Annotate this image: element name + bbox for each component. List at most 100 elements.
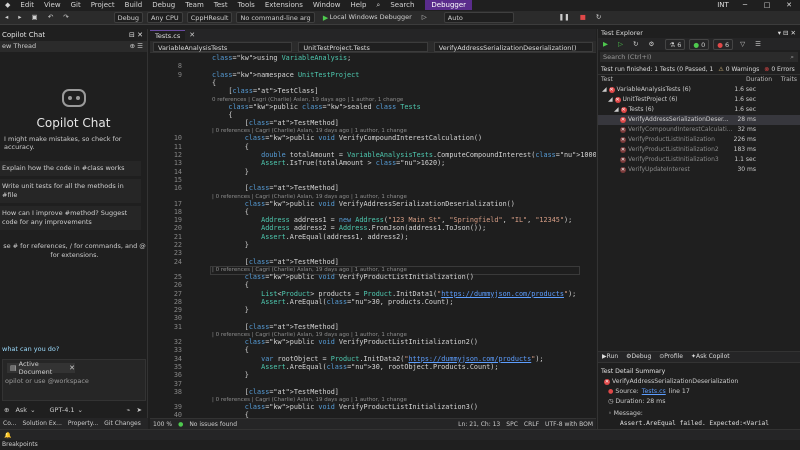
file-encoding[interactable]: UTF-8 with BOM bbox=[542, 419, 596, 430]
run-all-icon[interactable]: ▶ bbox=[600, 39, 611, 50]
code-line[interactable]: 22 } bbox=[150, 241, 590, 249]
bottom-tab-2[interactable]: Solution Ex... bbox=[19, 418, 64, 429]
attach-icon[interactable]: ⊕ bbox=[4, 406, 9, 414]
copilot-suggestion-1[interactable]: Explain how the code in #class works bbox=[0, 161, 141, 176]
test-row[interactable]: ✕ VerifyProductListInitialization2 183 ms bbox=[598, 145, 800, 155]
filter-icon[interactable]: ▽ bbox=[737, 39, 748, 50]
group-icon[interactable]: ☰ bbox=[752, 39, 764, 50]
thread-selector[interactable]: ew Thread ⊕ ☰ bbox=[0, 41, 147, 52]
copilot-suggestion-2[interactable]: Write unit tests for all the methods in … bbox=[0, 179, 141, 203]
code-line[interactable]: 9 class="kw">namespace UnitTestProject bbox=[150, 71, 590, 79]
nav-type-dropdown[interactable]: UnitTestProject.Tests bbox=[298, 41, 428, 52]
code-line[interactable]: { bbox=[150, 79, 590, 87]
code-line[interactable]: 13 Assert.IsTrue(totalAmount > class="nu… bbox=[150, 159, 590, 167]
code-line[interactable]: 12 double totalAmount = VariableAnalysis… bbox=[150, 151, 596, 159]
active-document-chip[interactable]: ▤ Active Document ✕ bbox=[7, 360, 75, 376]
total-tests-badge[interactable]: ⚗ 6 bbox=[665, 38, 686, 50]
expand-chevron-icon[interactable]: ◢ bbox=[614, 106, 621, 113]
code-line[interactable]: 35 Assert.AreEqual(class="nu">30, rootOb… bbox=[150, 363, 590, 371]
test-row[interactable]: ✕ VerifyUpdateInterest 30 ms bbox=[598, 165, 800, 175]
model-dropdown[interactable]: GPT-4.1 bbox=[50, 406, 75, 414]
code-line[interactable]: 17 class="kw">public void VerifyAddressS… bbox=[150, 200, 590, 208]
menu-item-view[interactable]: View bbox=[39, 0, 66, 10]
pin-icon[interactable]: ⊟ ✕ bbox=[129, 29, 147, 41]
back-icon[interactable]: ◂ bbox=[2, 12, 11, 23]
code-line[interactable]: 14 } bbox=[150, 168, 590, 176]
menu-item-window[interactable]: Window bbox=[308, 0, 346, 10]
test-row[interactable]: ✕ VerifyAddressSerializationDeser... 28 ms bbox=[598, 115, 800, 125]
run-without-debug-icon[interactable]: ▷ bbox=[419, 12, 430, 23]
col-test[interactable]: Test bbox=[601, 76, 613, 83]
vs-logo-icon[interactable]: ◆ bbox=[0, 0, 15, 10]
startup-project-dropdown[interactable]: CppHResult bbox=[186, 12, 233, 23]
bottom-tab-1[interactable]: Co... bbox=[0, 418, 19, 429]
start-debug-button[interactable]: ▶ Local Windows Debugger bbox=[319, 12, 415, 23]
code-line[interactable]: 23 bbox=[150, 249, 590, 257]
redo-icon[interactable]: ↷ bbox=[60, 12, 71, 23]
nav-member-dropdown[interactable]: VerifyAddressSerializationDeserializatio… bbox=[433, 41, 593, 52]
code-line[interactable]: class="kw">public class="kw">sealed clas… bbox=[150, 103, 590, 111]
code-line[interactable]: 26 { bbox=[150, 281, 590, 289]
code-line[interactable]: 29 } bbox=[150, 306, 590, 314]
code-line[interactable]: 25 class="kw">public void VerifyProductL… bbox=[150, 273, 590, 281]
code-line[interactable]: 28 Assert.AreEqual(class="nu">30, produc… bbox=[150, 298, 590, 306]
forward-icon[interactable]: ▸ bbox=[15, 12, 24, 23]
remove-chip-icon[interactable]: ✕ bbox=[69, 364, 75, 372]
mic-icon[interactable]: ⌁ bbox=[127, 406, 131, 414]
code-line[interactable]: 27 List<Product> products = Product.Init… bbox=[150, 290, 590, 298]
command-args-dropdown[interactable]: No command-line arg bbox=[236, 12, 315, 23]
panel-options-icon[interactable]: ▾ ⊟ ✕ bbox=[778, 29, 800, 38]
test-row[interactable]: ✕ VerifyCompoundInterestCalculati... 32 ms bbox=[598, 125, 800, 135]
bottom-tab-4[interactable]: Git Changes bbox=[101, 418, 144, 429]
code-area[interactable]: class="kw">using VariableAnalysis; 8 9 clas… bbox=[150, 54, 596, 418]
stop-icon[interactable]: ■ bbox=[577, 12, 589, 23]
detail-profile-button[interactable]: ⊙ Profile bbox=[655, 351, 687, 363]
config-dropdown[interactable]: Debug bbox=[113, 12, 143, 23]
code-line[interactable]: 16 [class="at">TestMethod] bbox=[150, 184, 590, 192]
repeat-icon[interactable]: ↻ bbox=[630, 39, 641, 50]
test-search-input[interactable]: Search (Ctrl+I) ⌕ bbox=[600, 52, 798, 62]
detail-run-button[interactable]: ▶ Run bbox=[598, 351, 622, 363]
code-line[interactable]: 15 bbox=[150, 176, 590, 184]
col-traits[interactable]: Traits bbox=[781, 75, 797, 85]
menu-item-test[interactable]: Test bbox=[209, 0, 233, 10]
code-line[interactable]: { bbox=[150, 111, 590, 119]
code-line[interactable]: 19 Address address1 = new Address("123 M… bbox=[150, 216, 590, 224]
code-line[interactable]: 18 { bbox=[150, 208, 590, 216]
detail-ask-copilot-button[interactable]: ✦ Ask Copilot bbox=[687, 351, 734, 363]
code-line[interactable]: 40 { bbox=[150, 411, 590, 418]
menu-item-git[interactable]: Git bbox=[66, 0, 86, 10]
code-line[interactable]: 10 class="kw">public void VerifyCompound… bbox=[150, 134, 590, 142]
code-line[interactable]: 21 Assert.AreEqual(address1, address2); bbox=[150, 233, 590, 241]
pause-icon[interactable]: ❚❚ bbox=[556, 12, 573, 23]
menu-item-tools[interactable]: Tools bbox=[233, 0, 260, 10]
notifications-icon[interactable]: 🔔 bbox=[0, 430, 15, 441]
expand-chevron-icon[interactable]: ◢ bbox=[608, 96, 615, 103]
source-file-link[interactable]: Tests.cs bbox=[642, 387, 666, 397]
menu-item-team[interactable]: Team bbox=[180, 0, 209, 10]
tab-tests-cs[interactable]: Tests.cs bbox=[150, 29, 186, 41]
menu-item-edit[interactable]: Edit bbox=[15, 0, 39, 10]
search-icon[interactable]: ⌕ bbox=[371, 0, 385, 10]
copilot-suggestion-3[interactable]: How can I improve #method? Suggest code … bbox=[0, 206, 141, 230]
test-row[interactable]: ✕ VerifyProductListInitialization3 1.1 sec bbox=[598, 155, 800, 165]
bottom-tab-3[interactable]: Property... bbox=[65, 418, 101, 429]
close-tab-icon[interactable]: ✕ bbox=[189, 31, 195, 39]
code-line[interactable]: 38 [class="at">TestMethod] bbox=[150, 388, 590, 396]
chat-input-box[interactable]: ▤ Active Document ✕ opilot or use @works… bbox=[2, 359, 146, 401]
code-line[interactable]: 11 { bbox=[150, 143, 590, 151]
zoom-level[interactable]: 100 % bbox=[150, 419, 175, 430]
code-line[interactable]: 36 } bbox=[150, 371, 590, 379]
breakpoints-tab[interactable]: Breakpoints bbox=[0, 440, 800, 450]
code-line[interactable]: 24 [class="at">TestMethod] bbox=[150, 258, 590, 266]
test-row[interactable]: ◢ ✕ UnitTestProject (6) 1.6 sec bbox=[598, 95, 800, 105]
code-line[interactable]: [class="at">TestMethod] bbox=[150, 119, 590, 127]
line-ending[interactable]: CRLF bbox=[521, 419, 542, 430]
code-line[interactable]: [class="at">TestClass] bbox=[150, 87, 590, 95]
detail-debug-button[interactable]: ⚙ Debug bbox=[622, 351, 655, 363]
search-label[interactable]: Search bbox=[385, 0, 419, 10]
col-duration[interactable]: Duration bbox=[746, 75, 772, 85]
expand-chevron-icon[interactable]: ◢ bbox=[602, 86, 609, 93]
run-icon[interactable]: ▷ bbox=[615, 39, 626, 50]
code-line[interactable]: 8 bbox=[150, 62, 590, 70]
